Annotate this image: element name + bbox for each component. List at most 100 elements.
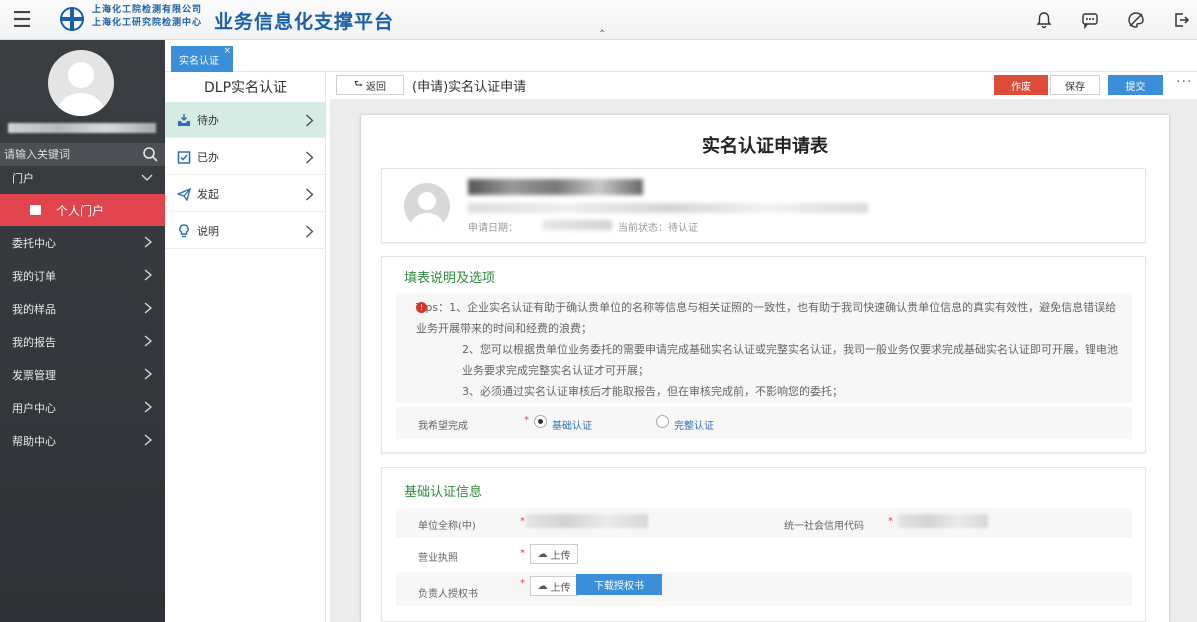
palette-icon[interactable] <box>1125 9 1147 31</box>
sidebar-item-invoices[interactable]: 发票管理 <box>0 359 165 391</box>
form-title: 实名认证申请表 <box>702 136 828 157</box>
applicant-avatar <box>404 183 450 229</box>
required-mark: * <box>520 516 525 527</box>
chevron-right-icon <box>144 335 153 347</box>
required-mark: * <box>888 516 893 527</box>
sidebar-item-help[interactable]: 帮助中心 <box>0 425 165 457</box>
required-mark: * <box>520 548 525 559</box>
company-name-input[interactable] <box>526 514 648 528</box>
notes-section-title: 填表说明及选项 <box>404 271 496 286</box>
folder-icon <box>30 205 41 215</box>
lightbulb-icon <box>179 224 189 238</box>
cloud-upload-icon: ☁ <box>537 548 548 560</box>
sidebar-search-input[interactable] <box>0 148 130 161</box>
upload-label: 上传 <box>550 582 571 594</box>
page-title: (申请)实名认证申请 <box>412 80 527 95</box>
search-icon[interactable] <box>142 146 159 163</box>
submit-button[interactable]: 提交 <box>1108 75 1163 95</box>
subnav-item-initiate[interactable]: 发起 <box>165 176 326 212</box>
sidebar-item-label: 我的样品 <box>12 303 56 316</box>
sidebar-item-reports[interactable]: 我的报告 <box>0 326 165 358</box>
authorization-label: 负责人授权书 <box>418 589 478 600</box>
chevron-right-icon <box>306 188 314 201</box>
chevron-right-icon <box>144 269 153 281</box>
left-sidebar: 门户 个人门户 委托中心 我的订单 我的样品 我的报告 发票管理 用户中心 帮助… <box>0 40 165 622</box>
subnav-item-label: 说明 <box>197 224 219 238</box>
license-upload-button[interactable]: ☁ 上传 <box>530 544 578 564</box>
menu-icon[interactable]: ☰ <box>0 0 44 40</box>
required-mark: * <box>520 578 525 589</box>
auth-type-row: 我希望完成 * 基础认证 完整认证 <box>396 407 1132 439</box>
subnav-item-instructions[interactable]: 说明 <box>165 213 326 249</box>
company-logo <box>60 7 84 31</box>
top-bar: ☰ 上海化工院检测有限公司 上海化工研究院检测中心 业务信息化支撑平台 ⌃ <box>0 0 1197 40</box>
cloud-upload-icon: ☁ <box>537 580 548 592</box>
org-name-line1: 上海化工院检测有限公司 <box>92 5 203 15</box>
send-icon <box>177 187 191 201</box>
tip-3: 3、必须通过实名认证审核后才能取报告，但在审核完成前，不影响您的委托； <box>462 385 843 398</box>
basic-info-section: 基础认证信息 单位全称(中) * 统一社会信用代码 * 营业执照 * ☁ 上传 … <box>381 467 1146 622</box>
back-arrow-icon: ⮑ <box>354 78 363 90</box>
bell-icon[interactable] <box>1033 9 1055 31</box>
applicant-company-redacted <box>468 203 868 213</box>
sidebar-subitem-personal-portal[interactable]: 个人门户 <box>0 194 165 226</box>
chevron-right-icon <box>144 434 153 446</box>
applicant-card: 申请日期： 当前状态：待认证 <box>381 168 1146 243</box>
sidebar-item-commission[interactable]: 委托中心 <box>0 227 165 259</box>
radio-basic-auth-label[interactable]: 基础认证 <box>552 417 592 432</box>
chevron-right-icon <box>144 368 153 380</box>
sidebar-item-label: 用户中心 <box>12 402 56 415</box>
tip-2: 2、您可以根据贵单位业务委托的需要申请完成基础实名认证或完整实名认证，我司一般业… <box>462 343 1118 377</box>
logout-icon[interactable] <box>1170 9 1192 31</box>
current-status: 当前状态：待认证 <box>618 223 698 234</box>
subnav-item-done[interactable]: 已办 <box>165 139 326 175</box>
sidebar-item-user-center[interactable]: 用户中心 <box>0 392 165 424</box>
applicant-name-redacted <box>468 179 643 195</box>
checklist-icon <box>177 151 191 164</box>
subnav-item-todo[interactable]: 待办 <box>165 102 326 138</box>
radio-basic-auth[interactable] <box>534 415 547 428</box>
sidebar-item-label: 帮助中心 <box>12 435 56 448</box>
chevron-right-icon <box>144 236 153 248</box>
sidebar-item-samples[interactable]: 我的样品 <box>0 293 165 325</box>
company-name-label: 单位全称(中) <box>418 521 476 532</box>
subnav-item-label: 发起 <box>197 187 219 201</box>
void-button[interactable]: 作废 <box>994 75 1048 95</box>
chevron-right-icon <box>144 401 153 413</box>
radio-full-auth-label[interactable]: 完整认证 <box>674 417 714 432</box>
save-button[interactable]: 保存 <box>1050 75 1100 95</box>
radio-full-auth[interactable] <box>656 415 669 428</box>
sidebar-item-orders[interactable]: 我的订单 <box>0 260 165 292</box>
authorization-upload-button[interactable]: ☁ 上传 <box>530 576 578 596</box>
license-row: 营业执照 * ☁ 上传 <box>396 540 1132 570</box>
sidebar-item-label: 发票管理 <box>12 369 56 382</box>
message-icon[interactable] <box>1079 9 1101 31</box>
tip-1: Tips：1、企业实名认证有助于确认贵单位的名称等信息与相关证照的一致性，也有助… <box>416 301 1117 335</box>
sidebar-item-label: 门户 <box>12 172 34 185</box>
subnav-item-label: 待办 <box>197 113 219 127</box>
sidebar-item-label: 我的报告 <box>12 336 56 349</box>
credit-code-input[interactable] <box>898 514 988 528</box>
user-avatar[interactable] <box>48 50 114 116</box>
inbox-icon <box>178 114 190 126</box>
more-options-icon[interactable]: ··· <box>1176 75 1192 89</box>
sidebar-item-label: 我的订单 <box>12 270 56 283</box>
secondary-nav: DLP实名认证 待办 已办 发起 说明 <box>165 72 326 622</box>
sidebar-item-portal[interactable]: 门户 <box>0 162 165 194</box>
chevron-right-icon <box>306 114 314 127</box>
collapse-header-icon[interactable]: ⌃ <box>598 29 606 40</box>
auth-type-label: 我希望完成 <box>418 421 468 432</box>
company-name-row: 单位全称(中) * 统一社会信用代码 * <box>396 508 1132 538</box>
download-authorization-button[interactable]: 下载授权书 <box>576 574 662 595</box>
back-button[interactable]: ⮑ 返回 <box>336 75 404 95</box>
license-label: 营业执照 <box>418 553 458 564</box>
subnav-item-label: 已办 <box>197 150 219 164</box>
required-mark: * <box>524 415 529 426</box>
credit-code-label: 统一社会信用代码 <box>784 521 864 532</box>
tab-realname-auth[interactable]: 实名认证 × <box>171 46 233 72</box>
chevron-right-icon <box>306 225 314 238</box>
platform-title: 业务信息化支撑平台 <box>214 11 395 33</box>
close-icon[interactable]: × <box>223 47 231 56</box>
user-name-redacted <box>8 123 156 133</box>
authorization-row: 负责人授权书 * ☁ 上传 下载授权书 <box>396 572 1132 606</box>
